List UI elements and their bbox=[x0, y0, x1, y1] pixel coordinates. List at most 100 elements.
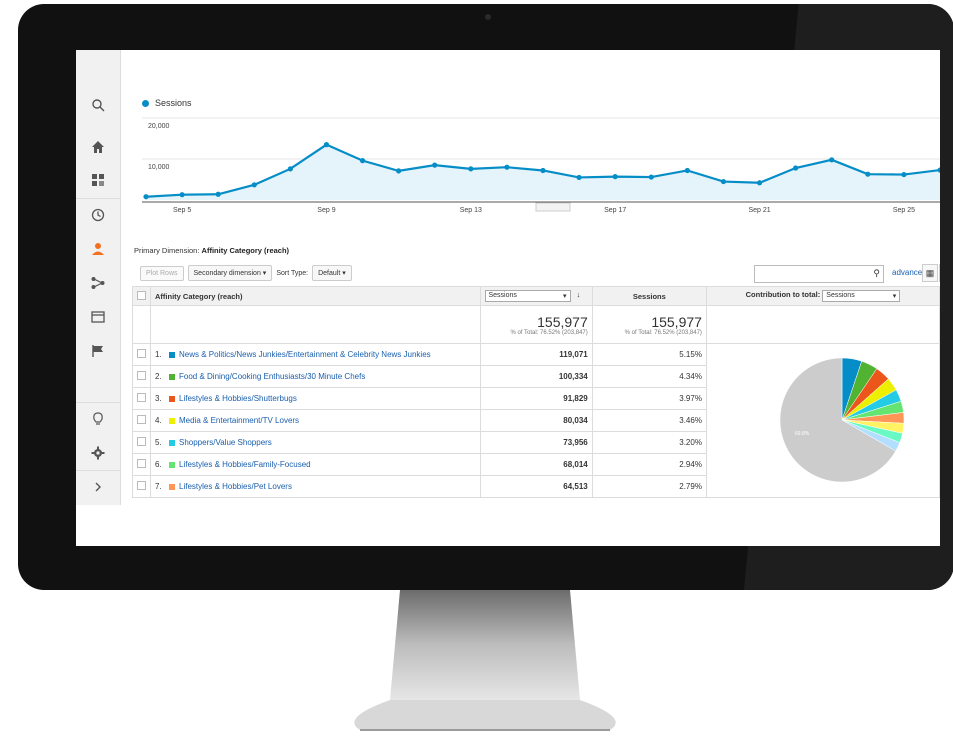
data-point[interactable] bbox=[432, 162, 438, 168]
data-point[interactable] bbox=[540, 167, 546, 174]
data-point[interactable] bbox=[179, 192, 185, 198]
row-checkbox-cell[interactable] bbox=[132, 387, 151, 410]
row-color-swatch bbox=[169, 373, 175, 380]
row-sessions-value: 80,034 bbox=[563, 416, 588, 425]
data-point[interactable] bbox=[251, 182, 257, 188]
select-all-cell[interactable] bbox=[132, 286, 151, 306]
chevron-down-icon: ▾ bbox=[562, 293, 567, 300]
dashboard-icon[interactable] bbox=[76, 163, 120, 197]
row-checkbox[interactable] bbox=[137, 415, 146, 424]
chart-legend[interactable]: Sessions bbox=[142, 98, 192, 108]
data-point[interactable] bbox=[468, 166, 474, 172]
row-checkbox-cell[interactable] bbox=[132, 475, 151, 498]
data-point[interactable] bbox=[612, 174, 618, 180]
row-checkbox-cell[interactable] bbox=[132, 343, 151, 366]
row-checkbox[interactable] bbox=[137, 371, 146, 380]
contribution-metric-select-value: Sessions bbox=[826, 292, 855, 299]
webcam bbox=[485, 14, 491, 20]
sessions-metric-select[interactable]: Sessions ▾ bbox=[484, 290, 571, 302]
data-point[interactable] bbox=[720, 178, 727, 185]
table-search-input[interactable]: ⚲ bbox=[754, 265, 884, 283]
y-tick-label: 10,000 bbox=[148, 164, 170, 171]
person-icon[interactable] bbox=[76, 232, 120, 266]
plot-rows-button[interactable]: Plot Rows bbox=[140, 265, 184, 281]
row-pct: 2.79% bbox=[591, 475, 707, 498]
flag-icon[interactable] bbox=[76, 334, 120, 368]
row-sessions: 80,034 bbox=[479, 409, 593, 432]
data-point[interactable] bbox=[287, 166, 293, 172]
row-dimension-cell: 7. Lifestyles & Hobbies/Pet Lovers bbox=[150, 475, 481, 498]
data-view-icon[interactable]: ▦ bbox=[922, 264, 938, 282]
row-dimension-link[interactable]: Lifestyles & Hobbies/Family-Focused bbox=[179, 460, 311, 469]
data-point[interactable] bbox=[648, 174, 654, 180]
data-point[interactable] bbox=[684, 167, 690, 174]
row-checkbox-cell[interactable] bbox=[132, 431, 151, 454]
primary-dimension-value[interactable]: Affinity Category (reach) bbox=[202, 246, 290, 255]
sidebar bbox=[76, 50, 121, 505]
data-point[interactable] bbox=[323, 142, 330, 148]
search-icon[interactable] bbox=[76, 88, 120, 122]
home-icon[interactable] bbox=[76, 130, 120, 164]
data-point[interactable] bbox=[215, 191, 221, 197]
row-dimension-link[interactable]: Media & Entertainment/TV Lovers bbox=[179, 416, 299, 425]
contribution-metric-select[interactable]: Sessions ▾ bbox=[822, 290, 901, 302]
data-point[interactable] bbox=[901, 171, 907, 178]
table-toolbar: Plot Rows Secondary dimension ▾ Sort Typ… bbox=[140, 264, 356, 282]
col-dimension-header[interactable]: Affinity Category (reach) bbox=[150, 286, 481, 306]
row-dimension-link[interactable]: News & Politics/News Junkies/Entertainme… bbox=[179, 350, 431, 359]
screen: Sessions 20,000 10,000 Sep 5 Sep 9 Sep 13 Sep… bbox=[76, 50, 940, 546]
acquisition-icon[interactable] bbox=[76, 266, 120, 300]
data-point[interactable] bbox=[504, 164, 510, 170]
row-dimension-link[interactable]: Lifestyles & Hobbies/Pet Lovers bbox=[179, 482, 292, 491]
x-tick-label: Sep 21 bbox=[748, 207, 770, 214]
secondary-dimension-dropdown[interactable]: Secondary dimension ▾ bbox=[187, 265, 273, 281]
data-point[interactable] bbox=[756, 180, 763, 186]
x-tick-label: Sep 17 bbox=[604, 207, 626, 214]
data-point[interactable] bbox=[359, 158, 366, 164]
sort-arrow-icon[interactable]: ↓ bbox=[577, 290, 581, 299]
row-dimension-cell: 5. Shoppers/Value Shoppers bbox=[150, 431, 481, 454]
sessions-line-chart: 20,000 10,000 Sep 5 Sep 9 Sep 13 Sep 17 Sep 21… bbox=[142, 117, 940, 214]
search-icon[interactable]: ⚲ bbox=[873, 268, 880, 279]
row-checkbox[interactable] bbox=[137, 437, 146, 446]
chart-collapse-handle[interactable] bbox=[535, 202, 571, 212]
data-point[interactable] bbox=[865, 171, 871, 177]
col-sessions-header[interactable]: Sessions ▾ ↓ bbox=[479, 286, 593, 306]
data-point[interactable] bbox=[396, 168, 402, 174]
legend-dot bbox=[142, 99, 149, 107]
row-checkbox-cell[interactable] bbox=[132, 365, 151, 388]
row-checkbox-cell[interactable] bbox=[132, 409, 151, 432]
gear-icon[interactable] bbox=[76, 436, 120, 470]
lightbulb-icon[interactable] bbox=[76, 402, 120, 436]
chevron-down-icon: ▾ bbox=[892, 293, 897, 300]
row-checkbox[interactable] bbox=[137, 393, 146, 402]
row-index: 1. bbox=[155, 350, 162, 359]
monitor-stand bbox=[340, 590, 630, 736]
row-pct: 2.94% bbox=[591, 453, 707, 476]
col-sessions-pct-header[interactable]: Sessions bbox=[591, 286, 707, 306]
sort-type-label: Sort Type: bbox=[276, 269, 309, 277]
behavior-icon[interactable] bbox=[76, 300, 120, 334]
row-pct: 3.46% bbox=[591, 409, 707, 432]
row-sessions: 119,071 bbox=[479, 343, 593, 366]
row-dimension-link[interactable]: Food & Dining/Cooking Enthusiasts/30 Min… bbox=[179, 372, 365, 381]
data-point[interactable] bbox=[576, 174, 582, 181]
row-dimension-link[interactable]: Lifestyles & Hobbies/Shutterbugs bbox=[179, 394, 297, 403]
percentage-view-icon[interactable]: ◔ bbox=[939, 264, 940, 282]
pie-other-label: 69.8% bbox=[795, 431, 810, 437]
row-checkbox[interactable] bbox=[137, 481, 146, 490]
row-checkbox[interactable] bbox=[137, 459, 146, 468]
data-point[interactable] bbox=[143, 194, 149, 200]
row-dimension-link[interactable]: Shoppers/Value Shoppers bbox=[179, 438, 272, 447]
data-point[interactable] bbox=[793, 165, 799, 171]
clock-icon[interactable] bbox=[76, 198, 120, 232]
sessions-metric-select-value: Sessions bbox=[488, 292, 517, 299]
select-all-checkbox[interactable] bbox=[137, 290, 146, 300]
row-checkbox[interactable] bbox=[137, 349, 146, 358]
row-sessions: 100,334 bbox=[479, 365, 593, 388]
row-sessions-value: 73,956 bbox=[563, 438, 588, 447]
data-point[interactable] bbox=[829, 157, 835, 163]
row-checkbox-cell[interactable] bbox=[132, 453, 151, 476]
chevron-right-icon[interactable] bbox=[76, 470, 120, 504]
sort-type-dropdown[interactable]: Default ▾ bbox=[312, 265, 352, 281]
